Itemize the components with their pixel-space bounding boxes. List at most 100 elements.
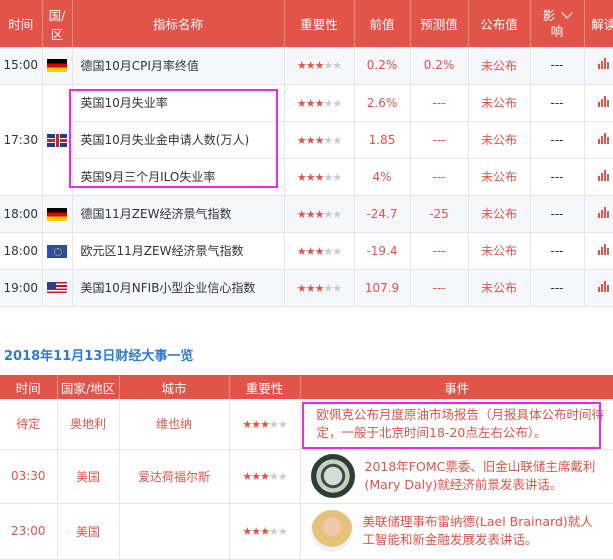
indicator-name[interactable]: 英国10月失业率 <box>72 84 285 122</box>
header-time[interactable]: 时间 <box>0 0 43 47</box>
actual-value: 未公布 <box>468 47 531 85</box>
star-empty-icon: ★ <box>323 281 333 295</box>
importance-stars: ★★★★★ <box>284 84 355 122</box>
table-row[interactable]: 18:00 德国11月ZEW经济景气指数 ★★★★★ -24.7 -25 未公布… <box>0 195 613 233</box>
forecast-value: --- <box>410 232 469 270</box>
impact-value: --- <box>530 84 585 122</box>
federal-reserve-seal-icon <box>310 454 355 498</box>
indicator-name[interactable]: 美国10月NFIB小型企业信心指数 <box>72 269 285 307</box>
forecast-value: --- <box>410 269 469 307</box>
star-empty-icon: ★ <box>323 170 333 184</box>
calendar-header-row: 时间 国/区 指标名称 重要性 前值 预测值 公布值 影 响 解读 <box>0 0 613 47</box>
star-filled-icon: ★ <box>251 525 261 538</box>
event-country: 美国 <box>57 503 120 560</box>
event-city: 爱达荷福尔斯 <box>119 449 230 504</box>
star-filled-icon: ★ <box>251 417 261 431</box>
star-empty-icon: ★ <box>277 470 288 483</box>
star-filled-icon: ★ <box>305 96 316 110</box>
indicator-name[interactable]: 英国10月失业金申请人数(万人) <box>72 121 285 159</box>
indicator-name[interactable]: 德国11月ZEW经济景气指数 <box>72 195 285 233</box>
event-row[interactable]: 23:00 美国 ★★★★★ 美联储理事布雷纳德(Lael Brainard)就… <box>0 503 613 560</box>
header-region[interactable]: 国/区 <box>42 0 73 47</box>
importance-stars: ★★★★★ <box>284 158 355 196</box>
event-time: 23:00 <box>0 503 58 560</box>
star-filled-icon: ★ <box>305 281 316 295</box>
event-description[interactable]: 欧佩克公布月度原油市场报告（月报具体公布时间待定，一般于北京时间18-20点左右… <box>317 406 606 442</box>
event-importance-stars: ★★★★★ <box>229 449 301 504</box>
star-filled-icon: ★ <box>305 244 316 258</box>
header-forecast[interactable]: 预测值 <box>410 0 469 47</box>
indicator-name[interactable]: 英国9月三个月ILO失业率 <box>72 158 285 196</box>
actual-value: 未公布 <box>468 84 531 122</box>
indicator-name[interactable]: 欧元区11月ZEW经济景气指数 <box>72 232 285 270</box>
header-importance[interactable]: 重要性 <box>284 0 355 47</box>
germany-flag-icon <box>47 207 67 221</box>
header-impact-dropdown[interactable]: 影 响 <box>530 0 585 47</box>
importance-stars: ★★★★★ <box>284 195 355 233</box>
table-row[interactable]: 17:30 英国10月失业率 ★★★★★ 2.6% --- 未公布 --- <box>0 84 613 196</box>
star-filled-icon: ★ <box>296 59 307 73</box>
forecast-value: -25 <box>410 195 469 233</box>
indicator-name[interactable]: 德国10月CPI月率终值 <box>72 47 285 85</box>
star-empty-icon: ★ <box>332 133 342 147</box>
star-empty-icon: ★ <box>268 470 279 483</box>
star-filled-icon: ★ <box>251 470 261 483</box>
bar-chart-icon[interactable] <box>598 280 610 292</box>
bar-chart-icon[interactable] <box>598 58 610 70</box>
bar-chart-icon[interactable] <box>598 243 610 255</box>
events-header-city: 城市 <box>119 375 230 399</box>
event-row[interactable]: 待定 奥地利 维也纳 ★★★★★ 欧佩克公布月度原油市场报告（月报具体公布时间待… <box>0 399 613 450</box>
bar-chart-icon[interactable] <box>598 132 610 144</box>
star-filled-icon: ★ <box>242 470 252 483</box>
star-empty-icon: ★ <box>277 525 288 538</box>
germany-flag-icon <box>47 59 67 73</box>
table-row[interactable]: 英国10月失业金申请人数(万人) ★★★★★ 1.85 --- 未公布 --- <box>0 121 613 159</box>
impact-value: --- <box>530 121 585 159</box>
row-time: 17:30 <box>0 84 43 196</box>
star-empty-icon: ★ <box>323 59 333 73</box>
header-previous[interactable]: 前值 <box>354 0 411 47</box>
row-time: 19:00 <box>0 269 43 307</box>
previous-value: 4% <box>354 158 411 196</box>
events-header-time: 时间 <box>0 375 58 399</box>
star-empty-icon: ★ <box>332 244 342 258</box>
events-header-row: 时间 国家/地区 城市 重要性 事件 <box>0 375 613 399</box>
header-actual[interactable]: 公布值 <box>468 0 531 47</box>
impact-value: --- <box>530 158 585 196</box>
previous-value: -19.4 <box>354 232 411 270</box>
star-filled-icon: ★ <box>260 417 270 431</box>
star-empty-icon: ★ <box>323 96 333 110</box>
event-description[interactable]: 美联储理事布雷纳德(Lael Brainard)就人工智能和新金融发展发表讲话。 <box>363 513 606 549</box>
events-section-title: 2018年11月13日财经大事一览 <box>4 349 194 364</box>
star-empty-icon: ★ <box>323 244 333 258</box>
star-filled-icon: ★ <box>305 207 316 221</box>
bar-chart-icon[interactable] <box>598 169 610 181</box>
table-row[interactable]: 英国9月三个月ILO失业率 ★★★★★ 4% --- 未公布 --- <box>0 158 613 196</box>
event-description[interactable]: 2018年FOMC票委、旧金山联储主席戴利(Mary Daly)就经济前景发表讲… <box>365 458 606 494</box>
actual-value: 未公布 <box>468 232 531 270</box>
star-filled-icon: ★ <box>296 170 307 184</box>
previous-value: -24.7 <box>354 195 411 233</box>
impact-value: --- <box>530 232 585 270</box>
bar-chart-icon[interactable] <box>598 206 610 218</box>
star-empty-icon: ★ <box>323 207 333 221</box>
star-empty-icon: ★ <box>332 59 342 73</box>
event-time: 03:30 <box>0 449 58 504</box>
star-empty-icon: ★ <box>277 417 288 431</box>
table-row[interactable]: 18:00 欧元区11月ZEW经济景气指数 ★★★★★ -19.4 --- 未公… <box>0 232 613 270</box>
star-filled-icon: ★ <box>296 281 307 295</box>
star-empty-icon: ★ <box>332 96 342 110</box>
importance-stars: ★★★★★ <box>284 269 355 307</box>
star-empty-icon: ★ <box>332 170 342 184</box>
star-filled-icon: ★ <box>260 525 270 538</box>
event-row[interactable]: 03:30 美国 爱达荷福尔斯 ★★★★★ 2018年FOMC票委、旧金山联储主… <box>0 449 613 504</box>
table-row[interactable]: 19:00 美国10月NFIB小型企业信心指数 ★★★★★ 107.9 --- … <box>0 269 613 307</box>
importance-stars: ★★★★★ <box>284 121 355 159</box>
header-indicator[interactable]: 指标名称 <box>72 0 285 47</box>
forecast-value: --- <box>410 121 469 159</box>
bar-chart-icon[interactable] <box>598 95 610 107</box>
table-row[interactable]: 15:00 德国10月CPI月率终值 ★★★★★ 0.2% 0.2% 未公布 -… <box>0 47 613 85</box>
impact-value: --- <box>530 47 585 85</box>
star-empty-icon: ★ <box>268 417 279 431</box>
chevron-down-icon[interactable] <box>561 6 573 19</box>
